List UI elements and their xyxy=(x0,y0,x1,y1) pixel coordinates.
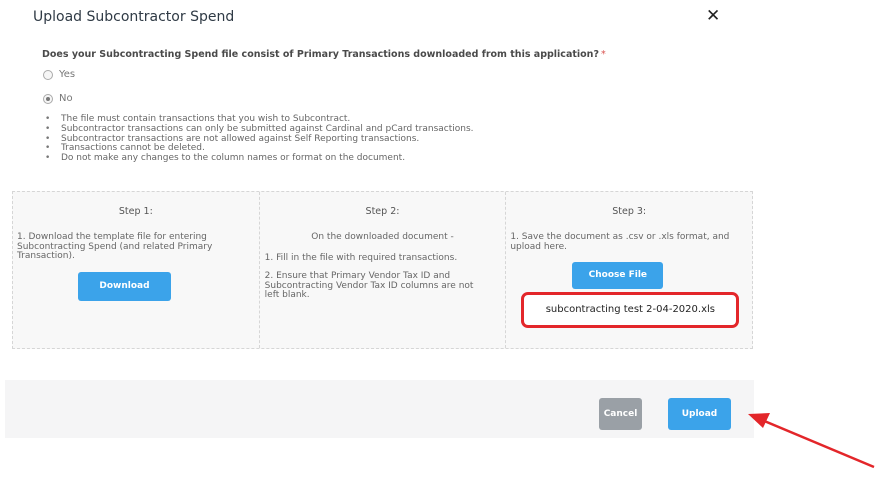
step-1-text: 1. Download the template file for enteri… xyxy=(17,232,213,261)
step-3: Step 3: 1. Save the document as .csv or … xyxy=(506,192,752,348)
radio-no-circle[interactable] xyxy=(43,93,53,104)
step-2-subheading: On the downloaded document - xyxy=(311,232,454,242)
step-3-text: 1. Save the document as .csv or .xls for… xyxy=(510,232,730,252)
required-mark: * xyxy=(600,49,606,60)
upload-button[interactable]: Upload xyxy=(668,398,731,430)
note-item: Do not make any changes to the column na… xyxy=(45,153,474,164)
radio-yes[interactable]: Yes xyxy=(43,69,75,80)
question-label: Does your Subcontracting Spend file cons… xyxy=(42,49,606,60)
step-2-heading: Step 2: xyxy=(365,206,400,217)
step-2-item-2: 2. Ensure that Primary Vendor Tax ID and… xyxy=(264,271,474,300)
radio-no-label: No xyxy=(59,93,73,104)
step-2: Step 2: On the downloaded document - 1. … xyxy=(260,192,507,348)
question-text: Does your Subcontracting Spend file cons… xyxy=(42,49,599,60)
radio-yes-circle[interactable] xyxy=(43,69,53,80)
choose-file-button[interactable]: Choose File xyxy=(572,262,664,289)
dialog-title: Upload Subcontractor Spend xyxy=(33,9,235,25)
cancel-button[interactable]: Cancel xyxy=(599,398,642,430)
radio-yes-label: Yes xyxy=(59,69,76,80)
close-icon[interactable]: ✕ xyxy=(706,6,720,26)
selected-file-name: subcontracting test 2-04-2020.xls xyxy=(521,292,740,328)
download-button[interactable]: Download xyxy=(78,272,171,301)
step-3-heading: Step 3: xyxy=(612,206,647,217)
notes-list: The file must contain transactions that … xyxy=(42,114,474,164)
step-1: Step 1: 1. Download the template file fo… xyxy=(13,192,260,348)
step-1-heading: Step 1: xyxy=(118,206,153,217)
steps-panel: Step 1: 1. Download the template file fo… xyxy=(12,191,753,349)
radio-no[interactable]: No xyxy=(43,93,73,104)
step-2-item-1: 1. Fill in the file with required transa… xyxy=(264,253,458,263)
dialog-footer: Cancel Upload xyxy=(5,380,754,438)
